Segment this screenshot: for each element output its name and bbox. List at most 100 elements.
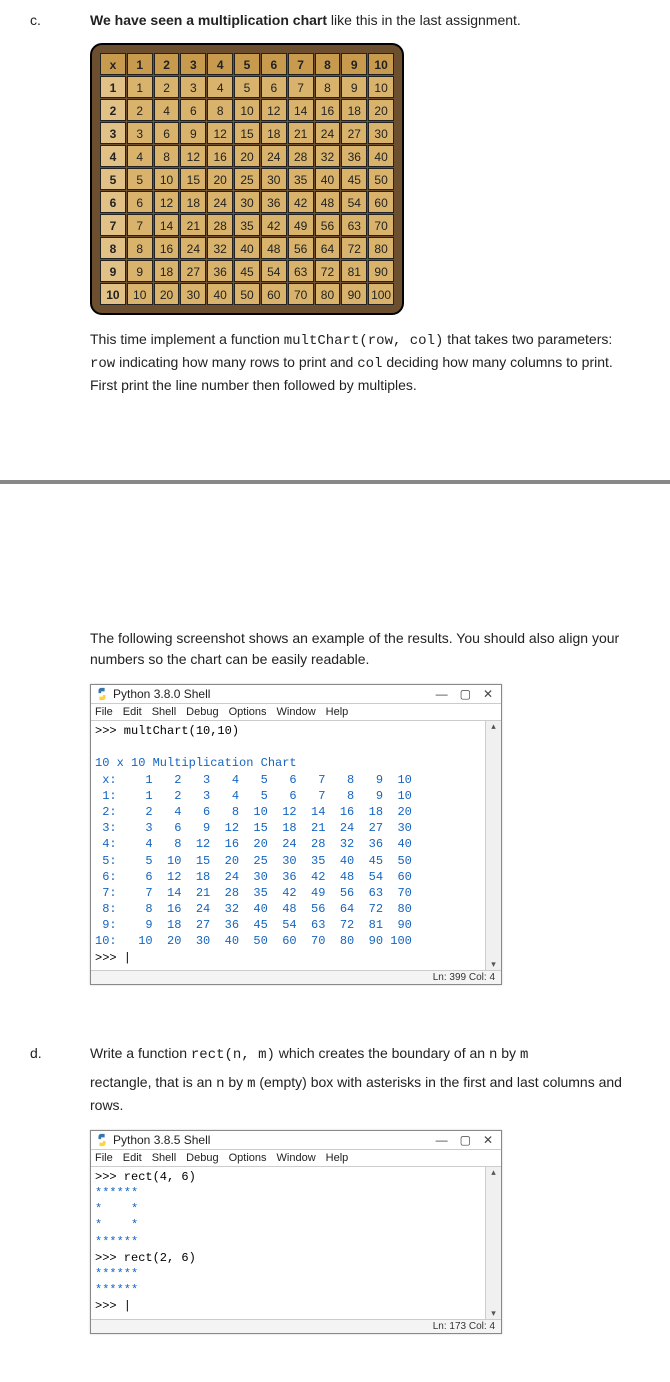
window-controls: — ▢ ✕ (436, 1133, 497, 1147)
menu-item[interactable]: Edit (123, 706, 142, 718)
shell-window-c: Python 3.8.0 Shell — ▢ ✕ File Edit Shell De… (90, 684, 502, 985)
chart-cell: 27 (341, 122, 367, 144)
section-d-intro: Write a function rect(n, m) which create… (90, 1043, 528, 1066)
scroll-up-icon[interactable]: ▴ (491, 721, 496, 732)
menu-item[interactable]: Debug (186, 706, 218, 718)
chart-cell: 4 (207, 76, 233, 98)
chart-cell: 18 (341, 99, 367, 121)
shell-line: >>> rect(2, 6) (95, 1250, 497, 1266)
chart-cell: 27 (180, 260, 206, 282)
shell-line: 9: 9 18 27 36 45 54 63 72 81 90 (95, 917, 497, 933)
chart-cell: 10 (100, 283, 126, 305)
shell-titlebar[interactable]: Python 3.8.5 Shell — ▢ ✕ (91, 1131, 501, 1150)
shell-line: * * (95, 1217, 497, 1233)
chart-cell: 10 (234, 99, 260, 121)
chart-cell: 28 (288, 145, 314, 167)
menu-item[interactable]: Help (326, 1152, 349, 1164)
minimize-icon[interactable]: — (436, 687, 448, 701)
shell-line: x: 1 2 3 4 5 6 7 8 9 10 (95, 772, 497, 788)
shell-content[interactable]: >>> rect(4, 6)******* ** *******>>> rect… (91, 1167, 501, 1319)
chart-cell: 6 (154, 122, 180, 144)
chart-cell: 90 (368, 260, 394, 282)
close-icon[interactable]: ✕ (483, 1133, 493, 1147)
shell-line: 2: 2 4 6 8 10 12 14 16 18 20 (95, 804, 497, 820)
shell-titlebar[interactable]: Python 3.8.0 Shell — ▢ ✕ (91, 685, 501, 704)
chart-cell: 14 (288, 99, 314, 121)
multiplication-chart: x123456789101123456789102246810121416182… (90, 43, 404, 315)
chart-cell: 63 (341, 214, 367, 236)
menu-item[interactable]: Shell (152, 706, 176, 718)
scroll-down-icon[interactable]: ▾ (491, 1308, 496, 1319)
chart-cell: 10 (368, 53, 394, 75)
section-c: c. We have seen a multiplication chart l… (0, 0, 670, 440)
menu-item[interactable]: Help (326, 706, 349, 718)
chart-cell: 40 (234, 237, 260, 259)
menu-item[interactable]: Options (229, 1152, 267, 1164)
shell-line: 3: 3 6 9 12 15 18 21 24 27 30 (95, 820, 497, 836)
chart-cell: 18 (154, 260, 180, 282)
scrollbar[interactable]: ▴ ▾ (485, 1167, 501, 1319)
shell-statusbar: Ln: 399 Col: 4 (91, 970, 501, 984)
scrollbar[interactable]: ▴ ▾ (485, 721, 501, 970)
close-icon[interactable]: ✕ (483, 687, 493, 701)
menu-item[interactable]: Window (277, 1152, 316, 1164)
maximize-icon[interactable]: ▢ (460, 1133, 471, 1147)
chart-cell: 90 (341, 283, 367, 305)
chart-cell: 9 (127, 260, 153, 282)
chart-cell: 4 (207, 53, 233, 75)
menu-item[interactable]: Debug (186, 1152, 218, 1164)
chart-cell: 10 (154, 168, 180, 190)
code-rect: rect(n, m) (191, 1047, 275, 1063)
chart-cell: 70 (368, 214, 394, 236)
chart-cell: 40 (207, 283, 233, 305)
maximize-icon[interactable]: ▢ (460, 687, 471, 701)
scroll-down-icon[interactable]: ▾ (491, 959, 496, 970)
chart-cell: 10 (368, 76, 394, 98)
section-letter: d. (30, 1045, 90, 1061)
menu-item[interactable]: File (95, 706, 113, 718)
minimize-icon[interactable]: — (436, 1133, 448, 1147)
section-d-heading: d. Write a function rect(n, m) which cre… (30, 1043, 640, 1066)
chart-cell: 3 (180, 53, 206, 75)
chart-cell: 20 (234, 145, 260, 167)
shell-line: 1: 1 2 3 4 5 6 7 8 9 10 (95, 788, 497, 804)
chart-cell: 36 (207, 260, 233, 282)
chart-cell: 7 (288, 76, 314, 98)
scroll-up-icon[interactable]: ▴ (491, 1167, 496, 1178)
chart-cell: 56 (315, 214, 341, 236)
chart-cell: 24 (207, 191, 233, 213)
page-divider (0, 480, 670, 484)
chart-cell: 42 (288, 191, 314, 213)
chart-cell: 21 (180, 214, 206, 236)
chart-cell: 8 (207, 99, 233, 121)
chart-cell: 32 (207, 237, 233, 259)
chart-cell: 6 (261, 76, 287, 98)
menu-item[interactable]: File (95, 1152, 113, 1164)
chart-cell: 6 (180, 99, 206, 121)
chart-cell: 30 (180, 283, 206, 305)
chart-cell: 16 (315, 99, 341, 121)
chart-cell: 8 (315, 76, 341, 98)
python-icon (95, 687, 109, 701)
menu-item[interactable]: Shell (152, 1152, 176, 1164)
chart-cell: 54 (341, 191, 367, 213)
chart-cell: 1 (127, 76, 153, 98)
menu-item[interactable]: Options (229, 706, 267, 718)
shell-title: Python 3.8.0 Shell (113, 687, 436, 701)
chart-cell: 12 (207, 122, 233, 144)
chart-cell: 48 (261, 237, 287, 259)
chart-cell: 4 (127, 145, 153, 167)
chart-cell: 48 (315, 191, 341, 213)
shell-content[interactable]: >>> multChart(10,10) 10 x 10 Multiplicat… (91, 721, 501, 970)
section-d: d. Write a function rect(n, m) which cre… (0, 1033, 670, 1382)
multiplication-chart-grid: x123456789101123456789102246810121416182… (100, 53, 394, 305)
chart-cell: 54 (261, 260, 287, 282)
shell-line: ****** (95, 1234, 497, 1250)
shell-title: Python 3.8.5 Shell (113, 1133, 436, 1147)
chart-cell: 10 (127, 283, 153, 305)
shell-menu: File Edit Shell Debug Options Window Help (91, 1150, 501, 1167)
chart-cell: 28 (207, 214, 233, 236)
menu-item[interactable]: Edit (123, 1152, 142, 1164)
chart-cell: 50 (234, 283, 260, 305)
menu-item[interactable]: Window (277, 706, 316, 718)
